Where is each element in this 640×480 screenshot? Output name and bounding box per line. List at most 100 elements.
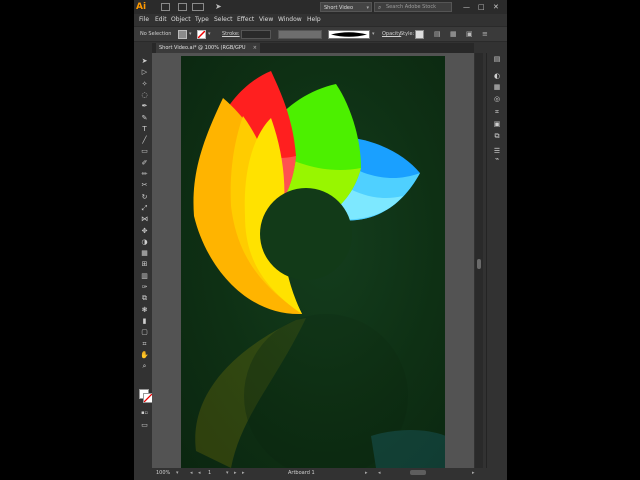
transform-panel-icon[interactable]: ▣: [492, 120, 502, 129]
workspace-switcher[interactable]: Short Video: [320, 2, 372, 13]
menu-window[interactable]: Window: [278, 15, 302, 25]
hand-tool-icon[interactable]: ✋: [140, 351, 149, 360]
gradient-tool-icon[interactable]: ▥: [140, 272, 149, 281]
tools-panel: ➤ ▷ ✧ ◌ ✒ ✎ T ╱ ▭ ✐ ✏ ✂ ↻ ⤢ ⋈ ✥ ◑ ▦ ⊞ ▥ ✑ ⧉ ❃ ▮ ▢ ⌗ ✋ ⌕ ▪▫ ▭: [138, 53, 153, 433]
status-play-icon[interactable]: ▸: [365, 469, 368, 477]
graphic-style-swatch[interactable]: [415, 30, 424, 39]
slice-tool-icon[interactable]: ⌗: [140, 340, 149, 349]
transform-icon[interactable]: ▣: [466, 30, 475, 39]
lasso-icon[interactable]: ◌: [140, 91, 149, 100]
symbol-sprayer-icon[interactable]: ❃: [140, 306, 149, 315]
last-artboard-icon[interactable]: ▸: [242, 469, 245, 477]
next-artboard-icon[interactable]: ▸: [234, 469, 237, 477]
mesh-tool-icon[interactable]: ⊞: [140, 260, 149, 269]
artboard[interactable]: [181, 56, 445, 468]
minimize-button[interactable]: —: [463, 2, 470, 12]
column-graph-icon[interactable]: ▮: [140, 317, 149, 326]
brush-dropdown-icon[interactable]: ▾: [372, 30, 378, 39]
menu-help[interactable]: Help: [307, 15, 321, 25]
perspective-grid-icon[interactable]: ▦: [140, 249, 149, 258]
stroke-panel-icon[interactable]: ◎: [492, 95, 502, 104]
stroke-weight-field[interactable]: [241, 30, 271, 39]
send-icon[interactable]: ➤: [215, 1, 222, 13]
menu-view[interactable]: View: [259, 15, 273, 25]
align-panel-icon[interactable]: ⌗: [492, 108, 502, 117]
menu-select[interactable]: Select: [214, 15, 233, 25]
scale-tool-icon[interactable]: ⤢: [140, 204, 149, 213]
maximize-button[interactable]: □: [478, 2, 485, 12]
previous-artboard-icon[interactable]: ◂: [198, 469, 201, 477]
menu-type[interactable]: Type: [195, 15, 209, 25]
variable-width-profile[interactable]: [278, 30, 322, 39]
reflection-blue: [371, 430, 445, 468]
document-tab[interactable]: Short Video.ai* @ 100% (RGB/GPU Preview)…: [156, 43, 260, 61]
swatches-icon[interactable]: ▦: [492, 83, 502, 92]
stroke-label[interactable]: Stroke:: [222, 30, 240, 39]
panel-dock: ▤ ◐ ▦ ◎ ⌗ ▣ ⧉ ☰ ⌁: [486, 53, 507, 468]
selection-tool-icon[interactable]: ➤: [140, 57, 149, 66]
home-icon[interactable]: [161, 3, 170, 11]
puppet-warp-icon[interactable]: ✥: [140, 227, 149, 236]
rectangle-tool-icon[interactable]: ▭: [140, 147, 149, 156]
search-stock-field[interactable]: ⌕: [374, 2, 452, 12]
usb-icon[interactable]: ⌁: [492, 155, 502, 164]
magic-wand-icon[interactable]: ✧: [140, 80, 149, 89]
first-artboard-icon[interactable]: ◂: [190, 469, 193, 477]
zoom-dropdown-icon[interactable]: ▾: [176, 469, 179, 477]
opacity-label[interactable]: Opacity: [382, 30, 401, 39]
selection-status: No Selection: [140, 31, 172, 37]
search-icon: ⌕: [378, 4, 382, 11]
pen-tool-icon[interactable]: ✒: [140, 102, 149, 111]
illustrator-window: Ai ➤ Short Video ⌕ — □ ✕ File Edit Objec…: [134, 0, 507, 480]
fill-swatch[interactable]: [178, 30, 187, 39]
paintbrush-icon[interactable]: ✐: [140, 159, 149, 168]
vertical-scrollbar[interactable]: [475, 53, 483, 468]
curvature-tool-icon[interactable]: ✎: [140, 114, 149, 123]
arrange-documents-icon[interactable]: [178, 3, 187, 11]
search-input[interactable]: [386, 3, 450, 11]
properties-icon[interactable]: ▤: [492, 55, 502, 64]
pathfinder-icon[interactable]: ⧉: [492, 132, 502, 141]
type-tool-icon[interactable]: T: [140, 125, 149, 134]
color-panel-icon[interactable]: ◐: [492, 72, 502, 81]
menu-object[interactable]: Object: [171, 15, 191, 25]
stroke-dropdown-icon[interactable]: ▾: [208, 30, 215, 39]
stroke-swatch[interactable]: [197, 30, 206, 39]
zoom-tool-icon[interactable]: ⌕: [140, 362, 149, 371]
zoom-level[interactable]: 100%: [156, 469, 170, 477]
brush-definition[interactable]: [328, 30, 370, 39]
artboard-dropdown-icon[interactable]: ▾: [226, 469, 229, 477]
horizontal-scroll-thumb[interactable]: [410, 470, 426, 475]
blend-tool-icon[interactable]: ⧉: [140, 294, 149, 303]
menu-file[interactable]: File: [139, 15, 149, 25]
eyedropper-icon[interactable]: ✑: [140, 283, 149, 292]
artwork: [193, 71, 445, 468]
line-tool-icon[interactable]: ╱: [140, 136, 149, 145]
scissors-icon[interactable]: ✂: [140, 181, 149, 190]
shaper-tool-icon[interactable]: ✏: [140, 170, 149, 179]
canvas-area[interactable]: [152, 53, 474, 468]
fill-dropdown-icon[interactable]: ▾: [189, 30, 196, 39]
scroll-left-icon[interactable]: ◂: [378, 469, 381, 477]
rotate-tool-icon[interactable]: ↻: [140, 193, 149, 202]
menu-bar: File Edit Object Type Select Effect View…: [134, 14, 507, 26]
layout-icon[interactable]: [192, 3, 204, 11]
artboard-number[interactable]: 1: [208, 469, 211, 477]
menu-effect[interactable]: Effect: [237, 15, 254, 25]
screen-mode-icon[interactable]: ▭: [140, 421, 149, 430]
align-icon[interactable]: ▦: [450, 30, 459, 39]
panel-menu-icon[interactable]: ≡: [482, 30, 491, 39]
menu-edit[interactable]: Edit: [155, 15, 167, 25]
color-mode-icon[interactable]: ▪▫: [140, 409, 149, 418]
direct-selection-tool-icon[interactable]: ▷: [140, 68, 149, 77]
scroll-right-icon[interactable]: ▸: [472, 469, 475, 477]
document-setup-icon[interactable]: ▤: [434, 30, 443, 39]
close-button[interactable]: ✕: [493, 2, 499, 12]
vertical-scroll-thumb[interactable]: [477, 259, 481, 269]
artboard-tool-icon[interactable]: ▢: [140, 328, 149, 337]
artwork-reflection: [195, 314, 445, 468]
control-bar: No Selection ▾ ▾ Stroke: ▾ Opacity Style…: [134, 26, 507, 42]
width-tool-icon[interactable]: ⋈: [140, 215, 149, 224]
close-tab-icon[interactable]: ×: [253, 43, 257, 53]
shape-builder-icon[interactable]: ◑: [140, 238, 149, 247]
